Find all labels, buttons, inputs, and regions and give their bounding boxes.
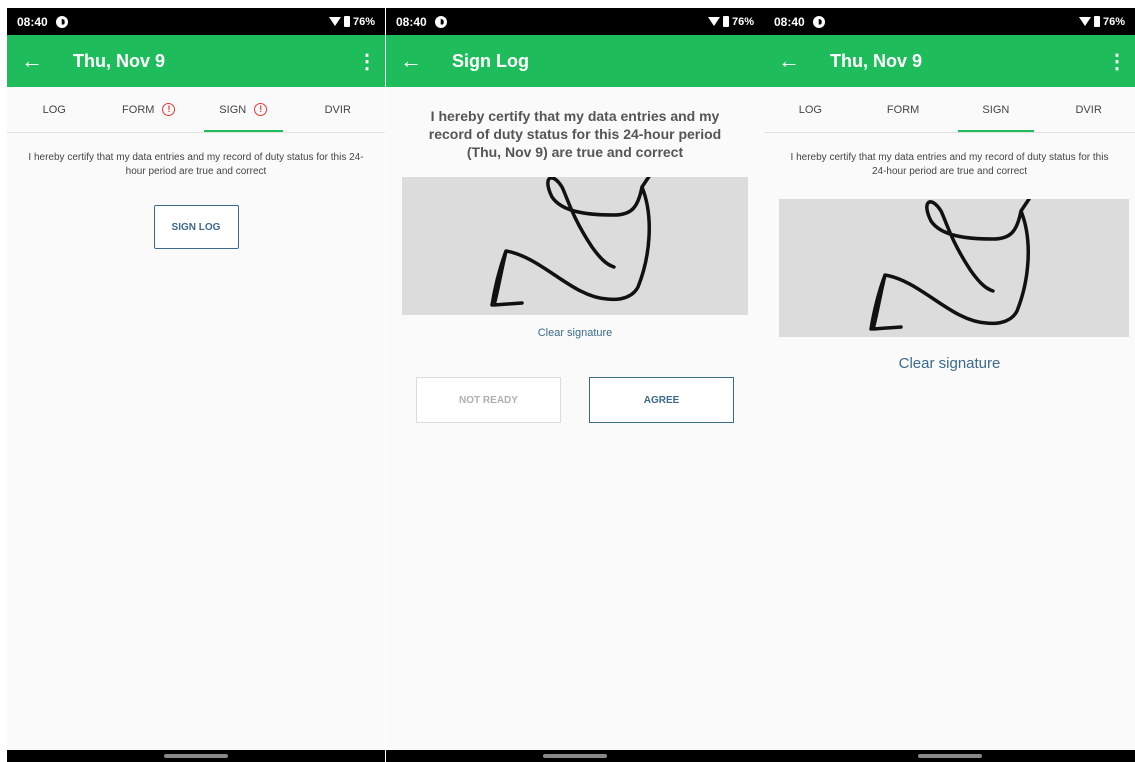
more-vertical-icon[interactable]: ⋮ (1107, 49, 1127, 74)
status-bar: 08:40 76% (386, 8, 764, 35)
page-title: Thu, Nov 9 (73, 50, 166, 71)
tab-label: DVIR (324, 103, 351, 116)
signature-drawing (490, 177, 651, 307)
signature-pad[interactable] (402, 177, 748, 315)
tab-form[interactable]: FORM ! (102, 87, 197, 132)
alert-icon: ! (162, 103, 176, 116)
tab-bar: LOG FORM SIGN DVIR (764, 87, 1135, 133)
more-vertical-icon[interactable]: ⋮ (357, 49, 377, 74)
back-arrow-icon[interactable]: ← (778, 48, 818, 74)
tab-label: DVIR (1075, 103, 1102, 116)
tab-label: FORM (122, 103, 155, 116)
tab-label: LOG (42, 103, 66, 116)
home-gesture-handle[interactable] (917, 754, 982, 758)
home-gesture-handle[interactable] (164, 754, 228, 758)
page-title: Sign Log (452, 50, 529, 71)
battery-icon (1093, 16, 1100, 27)
page-title: Thu, Nov 9 (830, 50, 923, 71)
tab-sign[interactable]: SIGN ! (196, 87, 291, 132)
certification-text: I hereby certify that my data entries an… (428, 108, 722, 160)
app-bar: ← Thu, Nov 9 ⋮ (7, 35, 385, 87)
battery-level: 76% (1102, 15, 1125, 28)
certification-text: I hereby certify that my data entries an… (28, 152, 364, 177)
tab-label: SIGN (982, 103, 1010, 116)
status-bar: 08:40 76% (764, 8, 1135, 35)
status-time: 08:40 (17, 14, 48, 29)
certification-text: I hereby certify that my data entries an… (790, 152, 1109, 177)
tab-label: SIGN (219, 103, 247, 116)
clear-signature-link[interactable]: Clear signature (386, 327, 764, 339)
battery-icon (343, 16, 350, 27)
navigation-bar (764, 750, 1135, 762)
screen-log-sign-tab: 08:40 76% ← Thu, Nov 9 ⋮ LOG FORM ! SIGN… (7, 8, 385, 762)
tab-label: LOG (798, 103, 822, 116)
tab-dvir[interactable]: DVIR (1042, 87, 1135, 132)
home-gesture-handle[interactable] (543, 754, 607, 758)
tab-label: FORM (886, 103, 920, 116)
tab-log[interactable]: LOG (764, 87, 857, 132)
back-arrow-icon[interactable]: ← (400, 48, 440, 74)
screen-sign-log: 08:40 76% ← Sign Log I hereby certify th… (386, 8, 764, 762)
battery-icon (722, 16, 729, 27)
navigation-bar (7, 750, 385, 762)
wifi-icon (1078, 17, 1091, 26)
navigation-bar (386, 750, 764, 762)
alert-icon: ! (254, 103, 268, 116)
status-bar: 08:40 76% (7, 8, 385, 35)
wifi-icon (707, 17, 720, 26)
sign-log-button[interactable]: SIGN LOG (153, 205, 239, 249)
sync-icon (434, 15, 447, 28)
status-time: 08:40 (396, 14, 427, 29)
wifi-icon (328, 17, 341, 26)
clear-signature-link[interactable]: Clear signature (764, 355, 1135, 372)
tab-sign[interactable]: SIGN (950, 87, 1043, 132)
tab-form[interactable]: FORM (857, 87, 950, 132)
tab-log[interactable]: LOG (7, 87, 102, 132)
battery-level: 76% (731, 15, 754, 28)
tab-bar: LOG FORM ! SIGN ! DVIR (7, 87, 385, 133)
status-time: 08:40 (774, 14, 805, 29)
app-bar: ← Thu, Nov 9 ⋮ (764, 35, 1135, 87)
back-arrow-icon[interactable]: ← (21, 48, 61, 74)
not-ready-button[interactable]: NOT READY (416, 377, 561, 423)
signature-pad[interactable] (779, 199, 1129, 337)
action-buttons: NOT READY AGREE (386, 377, 764, 423)
battery-level: 76% (352, 15, 375, 28)
sync-icon (812, 15, 825, 28)
agree-button[interactable]: AGREE (589, 377, 734, 423)
sync-icon (55, 15, 68, 28)
signature-drawing (869, 199, 1031, 331)
tab-dvir[interactable]: DVIR (291, 87, 386, 132)
app-bar: ← Sign Log (386, 35, 764, 87)
screen-log-signed: 08:40 76% ← Thu, Nov 9 ⋮ LOG FORM SIGN D… (764, 8, 1135, 762)
